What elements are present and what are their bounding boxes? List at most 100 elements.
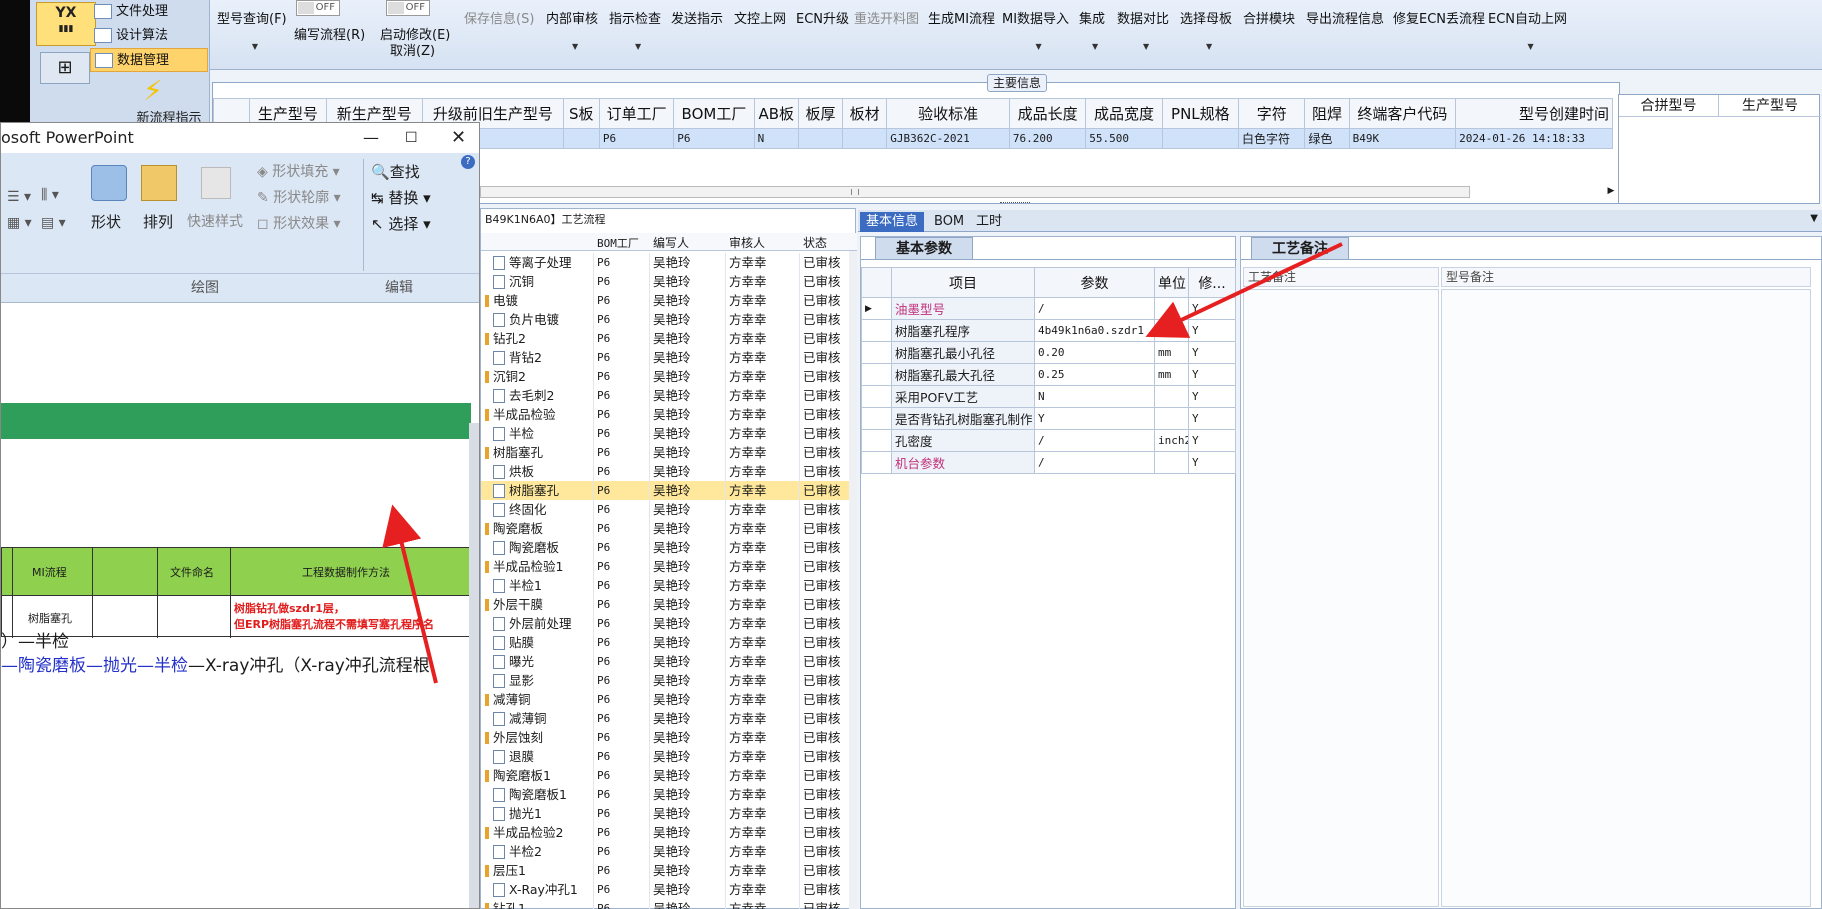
nav-item-design[interactable]: 设计算法 <box>90 24 208 48</box>
flow-row[interactable]: 陶瓷磨板 P6 吴艳玲 方幸幸 已审核 <box>481 519 857 538</box>
flow-row[interactable]: 烘板 P6 吴艳玲 方幸幸 已审核 <box>481 462 857 481</box>
column-header[interactable]: 订单工厂 <box>598 98 675 129</box>
column-header[interactable]: 成品长度 <box>1008 98 1087 129</box>
flow-row[interactable]: 负片电镀 P6 吴艳玲 方幸幸 已审核 <box>481 310 857 329</box>
arrange-button[interactable]: 排列 <box>143 211 173 232</box>
chevron-down-icon[interactable]: ▼ <box>1810 213 1818 224</box>
column-header[interactable]: 型号创建时间 <box>1455 98 1613 129</box>
maximize-icon[interactable]: ☐ <box>405 123 418 153</box>
flow-vscrollbar[interactable] <box>849 251 857 909</box>
column-header[interactable]: 参数 <box>1034 267 1155 298</box>
column-header[interactable]: 单位 <box>1154 267 1189 298</box>
param-value[interactable]: 0.25 <box>1034 363 1155 386</box>
flow-row[interactable]: 等离子处理 P6 吴艳玲 方幸幸 已审核 <box>481 253 857 272</box>
shape-button[interactable]: 形状 <box>91 211 121 232</box>
reselect-cut-button[interactable]: 重选开料图 <box>854 8 919 27</box>
help-icon[interactable]: ? <box>461 155 475 169</box>
align-icon[interactable]: ☰ ▾ <box>7 189 31 205</box>
flow-row[interactable]: 陶瓷磨板 P6 吴艳玲 方幸幸 已审核 <box>481 538 857 557</box>
model-remark-header[interactable]: 型号备注 <box>1441 267 1811 287</box>
model-query-button[interactable]: 型号查询(F) ▼ <box>217 8 287 51</box>
flow-row[interactable]: 背钻2 P6 吴艳玲 方幸幸 已审核 <box>481 348 857 367</box>
process-remark-header[interactable]: 工艺备注 <box>1243 267 1439 287</box>
column-header[interactable]: 字符 <box>1238 98 1306 129</box>
flow-row[interactable]: 半检2 P6 吴艳玲 方幸幸 已审核 <box>481 842 857 861</box>
nav-item-data[interactable]: 数据管理 <box>90 48 208 72</box>
generate-mi-button[interactable]: 生成MI流程 <box>928 8 995 27</box>
grid-icon[interactable]: ▦ ▾ <box>7 215 32 231</box>
tab-hours[interactable]: 工时 <box>970 212 1008 232</box>
main-info-hscrollbar[interactable] <box>480 186 1470 198</box>
flow-row[interactable]: 曝光 P6 吴艳玲 方幸幸 已审核 <box>481 652 857 671</box>
select-button[interactable]: ↖ 选择 ▾ <box>371 213 431 234</box>
flow-row[interactable]: 层压1 P6 吴艳玲 方幸幸 已审核 <box>481 861 857 880</box>
flow-row[interactable]: 陶瓷磨板1 P6 吴艳玲 方幸幸 已审核 <box>481 766 857 785</box>
merge-model-header[interactable]: 合拼型号 <box>1619 95 1719 117</box>
param-value[interactable]: / <box>1034 297 1155 320</box>
flow-row[interactable]: 陶瓷磨板1 P6 吴艳玲 方幸幸 已审核 <box>481 785 857 804</box>
mi-import-button[interactable]: MI数据导入 ▼ <box>1002 8 1069 51</box>
flow-row[interactable]: 外层前处理 P6 吴艳玲 方幸幸 已审核 <box>481 614 857 633</box>
select-mother-board-button[interactable]: 选择母板 ▼ <box>1180 8 1232 51</box>
flow-row[interactable]: 沉铜 P6 吴艳玲 方幸幸 已审核 <box>481 272 857 291</box>
param-row[interactable]: 采用POFV工艺 N Y <box>861 385 1236 408</box>
param-value[interactable]: 0.20 <box>1034 341 1155 364</box>
flow-row[interactable]: 半成品检验 P6 吴艳玲 方幸幸 已审核 <box>481 405 857 424</box>
ecn-upgrade-button[interactable]: ECN升级 <box>796 8 849 27</box>
flow-row[interactable]: X-Ray冲孔1 P6 吴艳玲 方幸幸 已审核 <box>481 880 857 899</box>
column-header[interactable]: 成品宽度 <box>1085 98 1163 129</box>
close-icon[interactable]: ✕ <box>451 123 466 153</box>
flow-row[interactable]: 贴膜 P6 吴艳玲 方幸幸 已审核 <box>481 633 857 652</box>
flow-row[interactable]: 半成品检验2 P6 吴艳玲 方幸幸 已审核 <box>481 823 857 842</box>
flow-row[interactable]: 显影 P6 吴艳玲 方幸幸 已审核 <box>481 671 857 690</box>
param-value[interactable]: / <box>1034 451 1155 474</box>
column-header[interactable]: 项目 <box>891 267 1035 298</box>
column-header[interactable]: 板材 <box>842 98 888 129</box>
column-header[interactable]: AB板 <box>753 98 799 129</box>
flow-row[interactable]: 钻孔1 P6 吴艳玲 方幸幸 已审核 <box>481 899 857 909</box>
merge-module-button[interactable]: 合拼模块 <box>1243 8 1295 27</box>
production-model-header[interactable]: 生产型号 <box>1719 95 1821 117</box>
param-value[interactable]: Y <box>1034 407 1155 430</box>
param-value[interactable]: N <box>1034 385 1155 408</box>
column-header[interactable]: 验收标准 <box>886 98 1010 129</box>
flow-row[interactable]: 终固化 P6 吴艳玲 方幸幸 已审核 <box>481 500 857 519</box>
flow-row[interactable]: 树脂塞孔 P6 吴艳玲 方幸幸 已审核 <box>481 443 857 462</box>
quick-style-button[interactable]: 快速样式 <box>187 211 243 231</box>
instruction-check-button[interactable]: 指示检查 ▼ <box>609 8 661 51</box>
param-value[interactable]: 4b49k1n6a0.szdr1 <box>1034 319 1155 342</box>
column-header[interactable]: S板 <box>562 98 600 129</box>
column-header[interactable]: PNL规格 <box>1161 98 1240 129</box>
process-remark-area[interactable] <box>1243 289 1439 907</box>
send-instruction-button[interactable]: 发送指示 <box>671 8 723 27</box>
flow-row[interactable]: 树脂塞孔 P6 吴艳玲 方幸幸 已审核 <box>481 481 857 500</box>
column-header[interactable]: 阻焊 <box>1304 98 1350 129</box>
shape-outline-button[interactable]: ✎ 形状轮廓 ▾ <box>257 187 341 207</box>
param-row[interactable]: ▶ 油墨型号 / Y <box>861 297 1236 320</box>
flow-row[interactable]: 退膜 P6 吴艳玲 方幸幸 已审核 <box>481 747 857 766</box>
param-value[interactable]: / <box>1034 429 1155 452</box>
param-row[interactable]: 树脂塞孔程序 4b49k1n6a0.szdr1 Y <box>861 319 1236 342</box>
column-header[interactable]: BOM工厂 <box>597 235 639 251</box>
flow-row[interactable]: 半检 P6 吴艳玲 方幸幸 已审核 <box>481 424 857 443</box>
internal-review-button[interactable]: 内部审核 ▼ <box>546 8 598 51</box>
find-button[interactable]: 🔍查找 <box>371 161 420 182</box>
save-info-button[interactable]: 保存信息(S) <box>464 8 534 27</box>
flow-row[interactable]: 沉铜2 P6 吴艳玲 方幸幸 已审核 <box>481 367 857 386</box>
tab-basic-info[interactable]: 基本信息 <box>860 212 925 232</box>
flow-row[interactable]: 去毛刺2 P6 吴艳玲 方幸幸 已审核 <box>481 386 857 405</box>
flow-row[interactable]: 半成品检验1 P6 吴艳玲 方幸幸 已审核 <box>481 557 857 576</box>
param-row[interactable]: 树脂塞孔最小孔径 0.20 mm Y <box>861 341 1236 364</box>
param-row[interactable]: 机台参数 / Y <box>861 451 1236 474</box>
scroll-right-icon[interactable]: ▶ <box>1604 186 1618 198</box>
tab-bom[interactable]: BOM <box>928 212 970 232</box>
flow-row[interactable]: 电镀 P6 吴艳玲 方幸幸 已审核 <box>481 291 857 310</box>
param-row[interactable]: 树脂塞孔最大孔径 0.25 mm Y <box>861 363 1236 386</box>
replace-button[interactable]: ↹ 替换 ▾ <box>371 187 431 208</box>
flow-row[interactable]: 外层干膜 P6 吴艳玲 方幸幸 已审核 <box>481 595 857 614</box>
flow-row[interactable]: 减薄铜 P6 吴艳玲 方幸幸 已审核 <box>481 709 857 728</box>
param-row[interactable]: 孔密度 / inch2 Y <box>861 429 1236 452</box>
nav-item-file[interactable]: 文件处理 <box>90 0 208 24</box>
shape-effect-button[interactable]: ◻ 形状效果 ▾ <box>257 213 341 233</box>
export-flow-button[interactable]: 导出流程信息 <box>1306 8 1384 27</box>
